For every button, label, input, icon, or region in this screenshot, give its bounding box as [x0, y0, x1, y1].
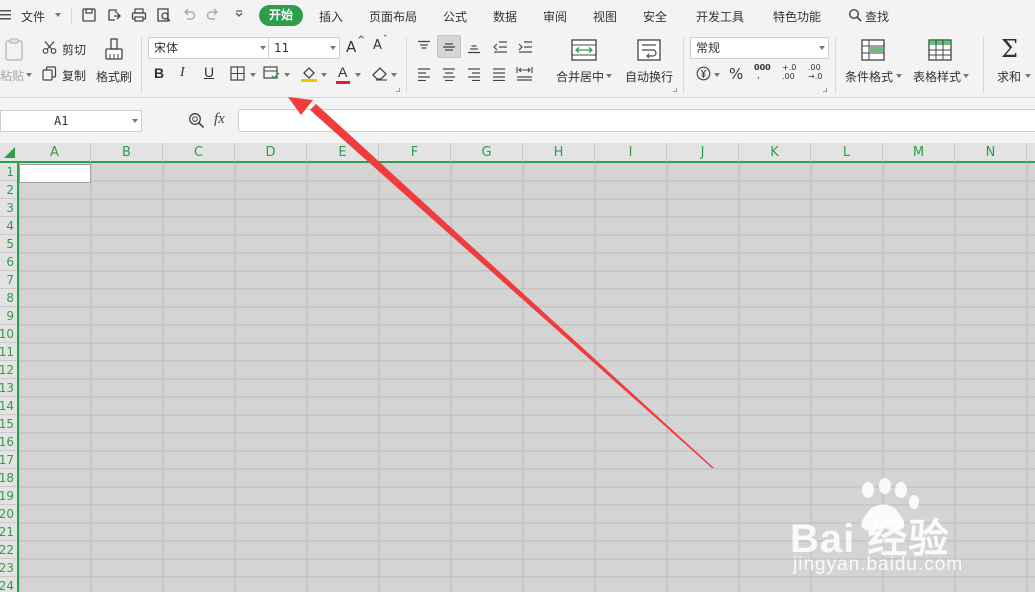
- annotation-arrow-shaft: [310, 104, 714, 468]
- annotation-arrow-head: [288, 97, 313, 115]
- baidu-jingyan-watermark: Bai 经验 jingyan.baidu.com: [790, 478, 1035, 592]
- watermark-url: jingyan.baidu.com: [793, 554, 964, 575]
